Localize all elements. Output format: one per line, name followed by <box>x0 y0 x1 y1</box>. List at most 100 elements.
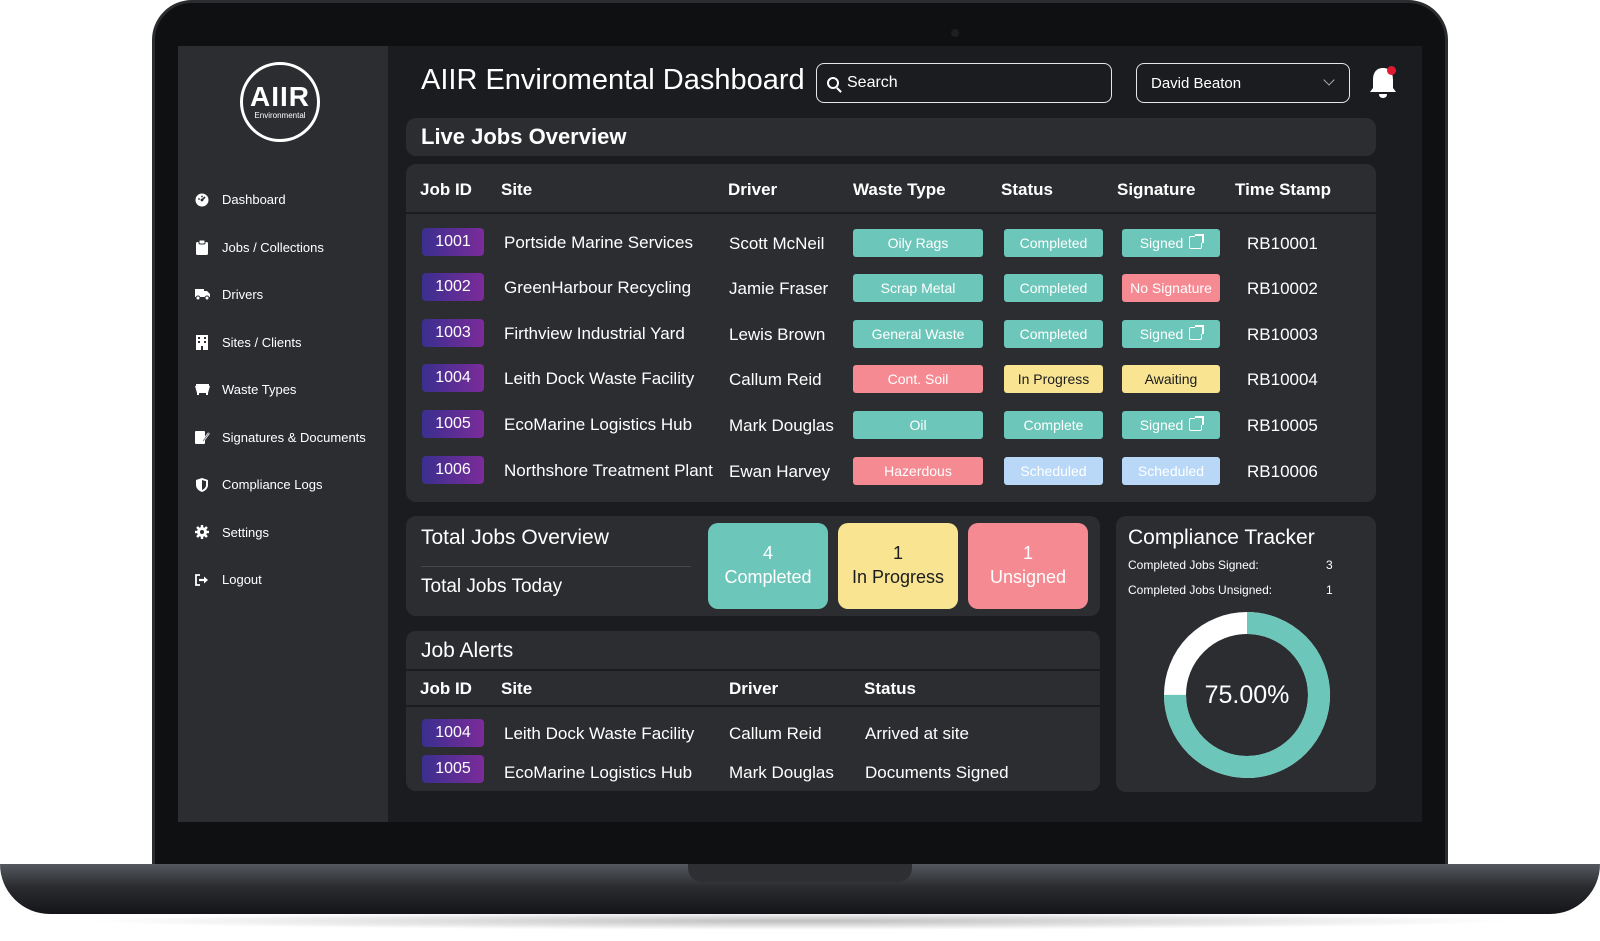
completed-card[interactable]: 4 Completed <box>708 523 828 609</box>
job-site: Leith Dock Waste Facility <box>504 369 695 388</box>
alert-row[interactable]: 1004 Leith Dock Waste Facility Callum Re… <box>406 715 1100 755</box>
search-icon <box>827 77 839 89</box>
sidebar-item-settings[interactable]: Settings <box>194 509 366 557</box>
unsigned-count: 1 <box>1022 543 1033 563</box>
job-id-badge[interactable]: 1003 <box>422 319 484 347</box>
status-badge: Completed <box>1004 274 1103 302</box>
sidebar-item-label: Waste Types <box>222 382 297 398</box>
sidebar-item-label: Dashboard <box>222 192 286 208</box>
signature-badge[interactable]: Awaiting <box>1122 365 1220 393</box>
user-dropdown[interactable]: David Beaton <box>1136 63 1350 103</box>
signature-icon <box>194 429 210 445</box>
sidebar-item-signatures[interactable]: Signatures & Documents <box>194 414 366 462</box>
job-id-badge[interactable]: 1005 <box>422 755 484 783</box>
dumpster-icon <box>194 382 210 398</box>
sidebar-item-sites[interactable]: Sites / Clients <box>194 319 366 367</box>
divider <box>406 705 1100 707</box>
chevron-down-icon <box>1323 74 1335 86</box>
sidebar-item-label: Drivers <box>222 287 264 303</box>
signature-badge[interactable]: Signed <box>1122 320 1220 348</box>
signature-badge[interactable]: No Signature <box>1122 274 1220 302</box>
table-row[interactable]: 1004 Leith Dock Waste Facility Callum Re… <box>406 360 1376 400</box>
laptop-shadow <box>80 912 1520 930</box>
alert-driver: Callum Reid <box>729 724 822 743</box>
alert-driver: Mark Douglas <box>729 763 834 782</box>
job-id-badge[interactable]: 1004 <box>422 364 484 392</box>
job-id-badge[interactable]: 1002 <box>422 273 484 301</box>
sidebar-item-drivers[interactable]: Drivers <box>194 271 366 319</box>
sidebar-item-compliance[interactable]: Compliance Logs <box>194 461 366 509</box>
unsigned-jobs-value: 1 <box>1326 583 1333 597</box>
job-id-badge[interactable]: 1005 <box>422 410 484 438</box>
status-badge: Complete <box>1004 411 1103 439</box>
signature-badge[interactable]: Signed <box>1122 411 1220 439</box>
alert-row[interactable]: 1005 EcoMarine Logistics Hub Mark Dougla… <box>406 751 1100 791</box>
sidebar: AIIR Environmental Dashboard Jobs / Coll… <box>178 46 388 822</box>
status-badge: Completed <box>1004 320 1103 348</box>
search-box[interactable] <box>816 63 1112 103</box>
table-row[interactable]: 1001 Portside Marine Services Scott McNe… <box>406 224 1376 264</box>
page-title: AIIR Enviromental Dashboard <box>421 64 805 96</box>
in-progress-card[interactable]: 1 In Progress <box>838 523 958 609</box>
in-progress-label: In Progress <box>851 567 945 587</box>
signature-badge[interactable]: Signed <box>1122 229 1220 257</box>
job-site: EcoMarine Logistics Hub <box>504 415 693 434</box>
waste-type-badge: Hazerdous <box>853 457 983 485</box>
external-link-icon[interactable] <box>1189 234 1205 249</box>
status-label: Completed <box>1019 280 1088 296</box>
table-row[interactable]: 1006 Northshore Treatment Plant Ewan Har… <box>406 452 1376 492</box>
column-header-driver[interactable]: Driver <box>728 180 777 200</box>
total-jobs-subtitle: Total Jobs Today <box>421 576 563 597</box>
column-header-waste-type[interactable]: Waste Type <box>853 180 946 200</box>
column-header-job-id[interactable]: Job ID <box>420 180 472 200</box>
sidebar-item-waste-types[interactable]: Waste Types <box>194 366 366 414</box>
job-id-badge[interactable]: 1006 <box>422 456 484 484</box>
table-row[interactable]: 1002 GreenHarbour Recycling Jamie Fraser… <box>406 269 1376 309</box>
job-timestamp: RB10006 <box>1247 462 1318 481</box>
notification-dot <box>1387 66 1396 75</box>
status-label: Scheduled <box>1020 463 1087 479</box>
compliance-tracker-panel: Compliance Tracker Completed Jobs Signed… <box>1116 516 1376 792</box>
signature-label: Signed <box>1139 326 1184 342</box>
search-input[interactable] <box>847 74 1097 92</box>
status-badge: Completed <box>1004 229 1103 257</box>
waste-type-badge: Scrap Metal <box>853 274 983 302</box>
signature-label: Signed <box>1139 417 1184 433</box>
in-progress-count: 1 <box>892 543 903 563</box>
logo: AIIR Environmental <box>240 62 320 142</box>
job-id-badge[interactable]: 1001 <box>422 228 484 256</box>
status-label: Complete <box>1023 417 1084 433</box>
table-row[interactable]: 1003 Firthview Industrial Yard Lewis Bro… <box>406 315 1376 355</box>
job-timestamp: RB10005 <box>1247 416 1318 435</box>
job-site: Northshore Treatment Plant <box>504 461 713 480</box>
external-link-icon[interactable] <box>1189 416 1205 431</box>
waste-type-label: General Waste <box>871 326 965 342</box>
column-header-signature[interactable]: Signature <box>1117 180 1195 200</box>
dashboard-icon <box>194 192 210 208</box>
column-header-site[interactable]: Site <box>501 180 532 200</box>
divider <box>421 566 691 567</box>
job-driver: Scott McNeil <box>729 234 825 253</box>
external-link-icon[interactable] <box>1189 325 1205 340</box>
divider <box>406 669 1100 671</box>
building-icon <box>194 334 210 350</box>
sidebar-item-dashboard[interactable]: Dashboard <box>194 176 366 224</box>
sidebar-item-jobs[interactable]: Jobs / Collections <box>194 224 366 272</box>
waste-type-badge: Oily Rags <box>853 229 983 257</box>
column-header-time-stamp[interactable]: Time Stamp <box>1235 180 1331 200</box>
unsigned-card[interactable]: 1 Unsigned <box>968 523 1088 609</box>
job-id-badge[interactable]: 1004 <box>422 719 484 747</box>
signature-badge[interactable]: Scheduled <box>1122 457 1220 485</box>
column-header-status[interactable]: Status <box>1001 180 1053 200</box>
sidebar-item-label: Compliance Logs <box>222 477 323 493</box>
sidebar-item-logout[interactable]: Logout <box>194 556 366 604</box>
sidebar-item-label: Logout <box>222 572 262 588</box>
alerts-column-job-id: Job ID <box>420 679 472 698</box>
user-name: David Beaton <box>1151 74 1242 92</box>
notification-bell[interactable] <box>1366 64 1400 100</box>
status-label: Completed <box>1019 235 1088 251</box>
status-label: Completed <box>1019 326 1088 342</box>
table-row[interactable]: 1005 EcoMarine Logistics Hub Mark Dougla… <box>406 406 1376 446</box>
waste-type-badge: Oil <box>853 411 983 439</box>
job-timestamp: RB10001 <box>1247 234 1318 253</box>
